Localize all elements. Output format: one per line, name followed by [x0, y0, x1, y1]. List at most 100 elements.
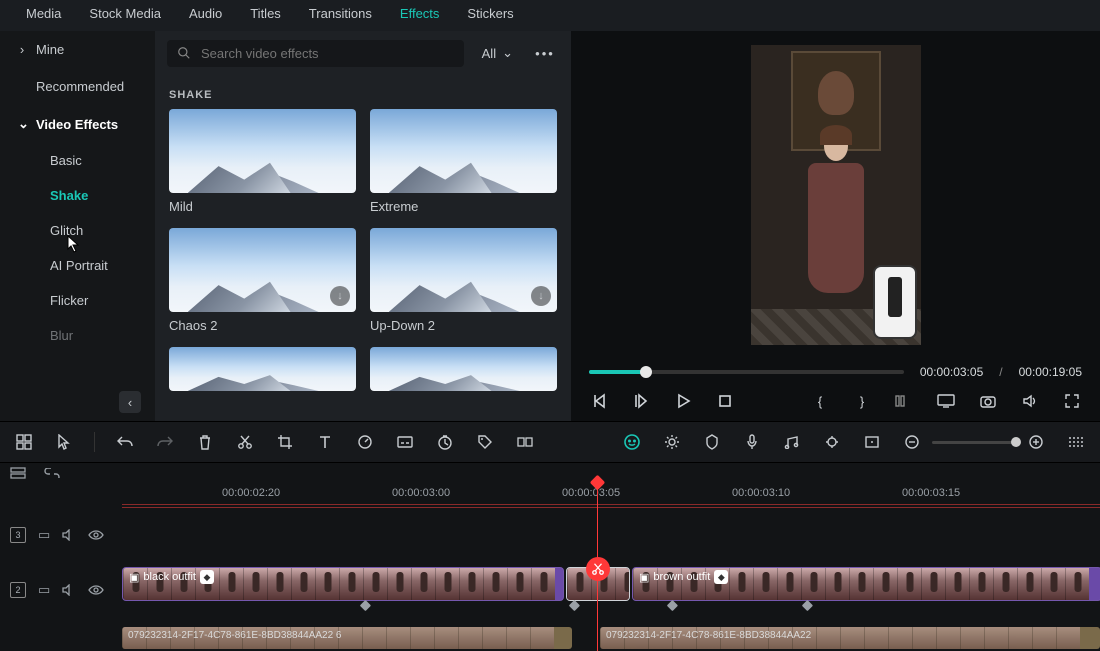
sidebar-sub-blur[interactable]: Blur	[0, 318, 155, 353]
frame-button[interactable]	[862, 432, 882, 452]
search-box[interactable]	[167, 40, 464, 67]
caption-button[interactable]	[395, 432, 415, 452]
sidebar-sub-shake[interactable]: Shake	[0, 178, 155, 213]
track-badge[interactable]: 3	[10, 527, 26, 543]
mark-in-button[interactable]: {	[810, 391, 830, 411]
effect-thumb	[370, 347, 557, 391]
track-visibility-button[interactable]	[88, 530, 104, 540]
tag-button[interactable]	[475, 432, 495, 452]
tab-audio[interactable]: Audio	[189, 6, 222, 21]
sidebar-sub-basic[interactable]: Basic	[0, 143, 155, 178]
mark-out-button[interactable]: }	[852, 391, 872, 411]
trim-dropdown[interactable]	[894, 391, 914, 411]
keyframe-button[interactable]	[515, 432, 535, 452]
keyframe[interactable]	[667, 600, 678, 611]
timeline-toolbar	[0, 421, 1100, 463]
zoom-control	[902, 432, 1046, 452]
tc-separator: /	[999, 365, 1002, 379]
text-button[interactable]	[315, 432, 335, 452]
audio-button[interactable]	[782, 432, 802, 452]
display-button[interactable]	[936, 391, 956, 411]
track-body-1[interactable]: 079232314-2F17-4C78-861E-8BD38844AA22 6 …	[122, 621, 1100, 651]
effect-extreme[interactable]: Extreme	[370, 109, 557, 214]
color-button[interactable]	[822, 432, 842, 452]
tab-effects[interactable]: Effects	[400, 6, 440, 21]
snapshot-button[interactable]	[978, 391, 998, 411]
split-button[interactable]	[235, 432, 255, 452]
track-mute-button[interactable]	[62, 529, 76, 541]
volume-button[interactable]	[1020, 391, 1040, 411]
crop-button[interactable]	[275, 432, 295, 452]
sidebar-item-recommended[interactable]: Recommended	[0, 68, 155, 105]
marker-button[interactable]	[702, 432, 722, 452]
clock-button[interactable]	[435, 432, 455, 452]
cut-indicator[interactable]	[586, 557, 610, 581]
timeline-ruler[interactable]: 00:00:02:20 00:00:03:00 00:00:03:05 00:0…	[0, 483, 1100, 511]
play-button[interactable]	[673, 391, 693, 411]
prev-frame-button[interactable]	[589, 391, 609, 411]
sidebar-item-mine[interactable]: › Mine	[0, 31, 155, 68]
layout-icon[interactable]	[14, 432, 34, 452]
ruler-mode-button[interactable]	[10, 466, 26, 480]
pointer-icon[interactable]	[54, 432, 74, 452]
keyframe[interactable]	[569, 600, 580, 611]
clip-black-outfit[interactable]: ▣black outfit◆	[122, 567, 564, 601]
effect-card[interactable]	[169, 347, 356, 391]
delete-button[interactable]	[195, 432, 215, 452]
link-button[interactable]	[44, 468, 60, 478]
track-mute-button[interactable]	[62, 584, 76, 596]
smart-tool-button[interactable]	[622, 432, 642, 452]
scrub-bar[interactable]	[589, 370, 904, 374]
track-folder-icon[interactable]: ▭	[38, 527, 50, 543]
tab-titles[interactable]: Titles	[250, 6, 281, 21]
scrub-knob[interactable]	[640, 366, 652, 378]
track-body-2[interactable]: ▣black outfit◆ ▣brown outfit◆	[122, 559, 1100, 621]
zoom-slider[interactable]	[932, 441, 1016, 444]
track-visibility-button[interactable]	[88, 585, 104, 595]
search-input[interactable]	[201, 46, 454, 61]
clip-lower-a[interactable]: 079232314-2F17-4C78-861E-8BD38844AA22 6	[122, 627, 572, 649]
effects-tool-button[interactable]	[662, 432, 682, 452]
track-folder-icon[interactable]: ▭	[38, 582, 50, 598]
clip-icon: ▣	[129, 571, 139, 584]
undo-button[interactable]	[115, 432, 135, 452]
stop-button[interactable]	[715, 391, 735, 411]
speed-button[interactable]	[355, 432, 375, 452]
zoom-knob[interactable]	[1011, 437, 1021, 447]
sidebar-sub-ai-portrait[interactable]: AI Portrait	[0, 248, 155, 283]
zoom-in-button[interactable]	[1026, 432, 1046, 452]
sidebar-item-video-effects[interactable]: ⌄ Video Effects	[0, 105, 155, 143]
effect-card[interactable]	[370, 347, 557, 391]
tab-media[interactable]: Media	[26, 6, 61, 21]
keyframe[interactable]	[360, 600, 371, 611]
effect-mild[interactable]: Mild	[169, 109, 356, 214]
effect-thumb: ↓	[169, 228, 356, 312]
keyframe[interactable]	[802, 600, 813, 611]
download-icon[interactable]: ↓	[330, 286, 350, 306]
track-options-button[interactable]	[1066, 432, 1086, 452]
clip-keyframe-icon[interactable]: ◆	[714, 570, 728, 584]
filter-dropdown[interactable]: All ⌄	[474, 41, 521, 65]
sidebar-sub-glitch[interactable]: Glitch	[0, 213, 155, 248]
effect-chaos-2[interactable]: ↓ Chaos 2	[169, 228, 356, 333]
zoom-out-button[interactable]	[902, 432, 922, 452]
preview-video[interactable]	[571, 31, 1100, 359]
track-body-3[interactable]	[122, 511, 1100, 559]
step-button[interactable]	[631, 391, 651, 411]
mic-button[interactable]	[742, 432, 762, 452]
preview-frame	[751, 45, 921, 345]
clip-keyframe-icon[interactable]: ◆	[200, 570, 214, 584]
effect-up-down-2[interactable]: ↓ Up-Down 2	[370, 228, 557, 333]
sidebar-sub-flicker[interactable]: Flicker	[0, 283, 155, 318]
clip-lower-b[interactable]: 079232314-2F17-4C78-861E-8BD38844AA22	[600, 627, 1100, 649]
tab-stock-media[interactable]: Stock Media	[89, 6, 161, 21]
more-button[interactable]: •••	[531, 39, 559, 67]
sidebar-collapse-button[interactable]: ‹	[119, 391, 141, 413]
tab-stickers[interactable]: Stickers	[467, 6, 513, 21]
redo-button[interactable]	[155, 432, 175, 452]
download-icon[interactable]: ↓	[531, 286, 551, 306]
track-badge[interactable]: 2	[10, 582, 26, 598]
clip-brown-outfit[interactable]: ▣brown outfit◆	[632, 567, 1100, 601]
tab-transitions[interactable]: Transitions	[309, 6, 372, 21]
fullscreen-button[interactable]	[1062, 391, 1082, 411]
